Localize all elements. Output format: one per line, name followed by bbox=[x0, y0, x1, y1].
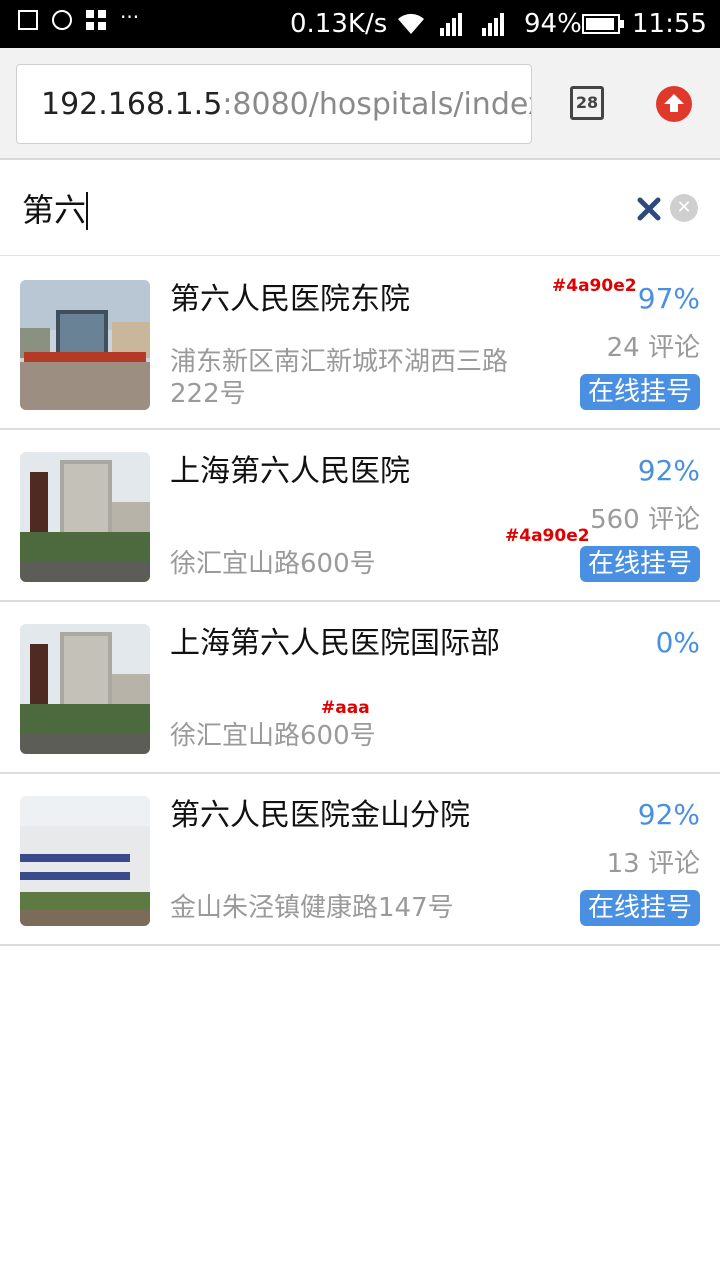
rating-percent: 92% bbox=[637, 454, 700, 487]
battery-icon bbox=[582, 14, 624, 34]
hospital-row[interactable]: 上海第六人民医院 徐汇宜山路600号 #4a90e2 92% 560 评论 在线… bbox=[0, 430, 720, 602]
color-annotation: #4a90e2 bbox=[552, 276, 637, 296]
image-notification-icon bbox=[18, 10, 38, 30]
browser-toolbar: 192.168.1.5:8080/hospitals/index 28 bbox=[0, 48, 720, 160]
hospital-row[interactable]: 第六人民医院东院 浦东新区南汇新城环湖西三路222号 #4a90e2 97% 2… bbox=[0, 258, 720, 430]
signal-sim2-icon bbox=[482, 13, 504, 36]
hospital-name: 第六人民医院东院 bbox=[170, 282, 410, 317]
review-count: 13 评论 bbox=[606, 849, 700, 879]
close-icon[interactable] bbox=[636, 196, 662, 222]
hospital-list: 第六人民医院东院 浦东新区南汇新城环湖西三路222号 #4a90e2 97% 2… bbox=[0, 258, 720, 946]
battery-percent: 94% bbox=[524, 9, 582, 39]
url-host: 192.168.1.5 bbox=[41, 87, 223, 122]
color-annotation: #aaa bbox=[321, 698, 370, 718]
register-online-button[interactable]: 在线挂号 bbox=[580, 890, 700, 926]
hospital-address: 浦东新区南汇新城环湖西三路222号 bbox=[170, 347, 509, 409]
register-online-button[interactable]: 在线挂号 bbox=[580, 374, 700, 410]
hospital-name: 第六人民医院金山分院 bbox=[170, 798, 470, 833]
rating-percent: 92% bbox=[637, 798, 700, 831]
app-grid-icon bbox=[86, 10, 106, 30]
review-count: 560 评论 bbox=[590, 505, 700, 535]
url-path: :8080/hospitals/index bbox=[222, 87, 532, 122]
rating-percent: 0% bbox=[655, 626, 700, 659]
search-input[interactable] bbox=[22, 190, 582, 230]
hospital-address: 徐汇宜山路600号 bbox=[170, 721, 376, 751]
hospital-photo bbox=[20, 624, 150, 754]
tab-switcher-button[interactable]: 28 bbox=[570, 86, 604, 120]
hospital-address: 徐汇宜山路600号 bbox=[170, 549, 376, 579]
hospital-photo bbox=[20, 280, 150, 410]
status-bar: ··· 0.13K/s 94% 11:55 bbox=[0, 0, 720, 48]
hospital-photo bbox=[20, 452, 150, 582]
register-online-button[interactable]: 在线挂号 bbox=[580, 546, 700, 582]
more-notifications-icon: ··· bbox=[120, 5, 140, 29]
url-bar[interactable]: 192.168.1.5:8080/hospitals/index bbox=[16, 64, 532, 144]
url-text: 192.168.1.5:8080/hospitals/index bbox=[41, 85, 532, 125]
review-count: 24 评论 bbox=[606, 333, 700, 363]
network-speed: 0.13K/s bbox=[290, 9, 388, 39]
hospital-address: 金山朱泾镇健康路147号 bbox=[170, 893, 454, 923]
clear-search-button[interactable]: ✕ bbox=[670, 194, 698, 222]
signal-sim1-icon bbox=[440, 13, 462, 36]
hospital-name: 上海第六人民医院 bbox=[170, 454, 410, 489]
hospital-row[interactable]: 上海第六人民医院国际部 徐汇宜山路600号 #aaa 0% bbox=[0, 602, 720, 774]
hospital-row[interactable]: 第六人民医院金山分院 金山朱泾镇健康路147号 92% 13 评论 在线挂号 bbox=[0, 774, 720, 946]
clock: 11:55 bbox=[632, 9, 707, 39]
wifi-icon bbox=[398, 13, 424, 34]
color-annotation: #4a90e2 bbox=[505, 526, 590, 546]
text-caret bbox=[86, 192, 88, 230]
hospital-name: 上海第六人民医院国际部 bbox=[170, 626, 500, 661]
music-notification-icon bbox=[52, 10, 72, 30]
rating-percent: 97% bbox=[637, 282, 700, 315]
search-bar: ✕ bbox=[0, 162, 720, 256]
upload-icon[interactable] bbox=[656, 86, 692, 122]
notification-icons: ··· bbox=[18, 5, 140, 30]
hospital-photo bbox=[20, 796, 150, 926]
